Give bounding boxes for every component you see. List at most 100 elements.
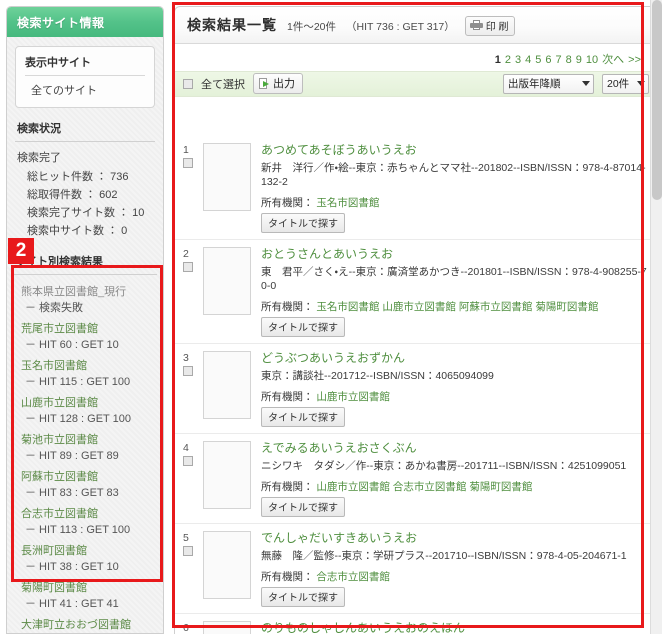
pagination-page-7[interactable]: 7 — [556, 54, 562, 66]
result-title-link[interactable]: でんしゃだいすきあいうえお — [261, 531, 647, 546]
site-name[interactable]: 大津町立おおづ図書館 — [15, 615, 155, 632]
status-row: 総ヒット件数 ： 736 — [15, 167, 155, 185]
site-stat: － HIT 89 : GET 89 — [25, 450, 119, 462]
pagination-page-1[interactable]: 1 — [495, 54, 501, 66]
result-row: 6 のりものしゃしんあいうえおのえほん — [175, 614, 657, 634]
site-name[interactable]: 山鹿市立図書館 — [15, 393, 155, 410]
site-stat: － HIT 115 : GET 100 — [25, 376, 131, 388]
result-checkbox[interactable] — [183, 545, 193, 556]
find-by-title-button[interactable]: タイトルで探す — [261, 212, 345, 233]
result-title-link[interactable]: おとうさんとあいうえお — [261, 247, 647, 262]
holding-library-link[interactable]: 阿蘇市立図書館 — [459, 301, 533, 313]
page-scrollbar[interactable] — [650, 0, 662, 634]
search-status-title: 検索状況 — [15, 120, 155, 142]
pagination-page-8[interactable]: 8 — [566, 54, 572, 66]
search-status-state: 検索完了 — [17, 152, 61, 164]
status-label: 検索完了サイト数 ： — [27, 207, 130, 219]
page-root: 検索サイト情報 表示中サイト 全てのサイト 検索状況 検索完了 総ヒット件数 ：… — [0, 0, 662, 634]
result-hit-count: （HIT 736 : GET 317） — [346, 21, 455, 33]
scrollbar-thumb[interactable] — [652, 0, 662, 200]
print-button-label: 印 刷 — [485, 21, 509, 33]
result-info: でんしゃだいすきあいうえお 無藤 隆／監修--東京：学研プラス--201710--… — [257, 531, 647, 607]
site-stat: － HIT 41 : GET 41 — [25, 598, 119, 610]
result-row: 5 でんしゃだいすきあいうえお 無藤 隆／監修--東京：学研プラス--201710-… — [175, 524, 657, 614]
site-name[interactable]: 菊陽町図書館 — [15, 578, 155, 595]
result-checkbox[interactable] — [183, 455, 193, 466]
result-checkbox[interactable] — [183, 365, 193, 376]
site-stat: － HIT 113 : GET 100 — [25, 524, 131, 536]
result-title-link[interactable]: のりものしゃしんあいうえおのえほん — [261, 621, 647, 634]
pagination-next[interactable]: 次へ — [602, 54, 624, 66]
pagination-page-6[interactable]: 6 — [545, 54, 551, 66]
find-by-title-button[interactable]: タイトルで探す — [261, 406, 345, 427]
result-info: えでみるあいうえおさくぶん ニシワキ タダシ／作--東京：あかね書房--20171… — [257, 441, 647, 517]
holding-library-link[interactable]: 合志市立図書館 — [393, 481, 467, 493]
result-index-number: 4 — [183, 441, 189, 454]
result-title-link[interactable]: えでみるあいうえおさくぶん — [261, 441, 647, 456]
result-info: のりものしゃしんあいうえおのえほん — [257, 621, 647, 634]
status-value: 602 — [99, 189, 118, 201]
site-stat: － HIT 38 : GET 10 — [25, 561, 119, 573]
result-index: 1 — [183, 143, 197, 233]
chevron-down-icon — [637, 80, 645, 86]
site-name[interactable]: 菊池市立図書館 — [15, 430, 155, 447]
status-row: 総取得件数 ： 602 — [15, 185, 155, 203]
holding-library-link[interactable]: 山鹿市立図書館 — [382, 301, 456, 313]
result-bibliography: 東京：講談社--201712--ISBN/ISSN：4065094099 — [261, 369, 494, 382]
result-row: 1 あつめてあそぼうあいうえお 新井 洋行／作・絵--東京：赤ちゃんとママ社--20… — [175, 136, 657, 240]
search-site-info-panel: 検索サイト情報 表示中サイト 全てのサイト 検索状況 検索完了 総ヒット件数 ：… — [6, 6, 164, 634]
select-all-label: 全て選択 — [201, 78, 245, 91]
site-name[interactable]: 荒尾市立図書館 — [15, 319, 155, 336]
result-holdings: 所有機関： 合志市立図書館 — [261, 570, 647, 584]
print-button[interactable]: 印 刷 — [464, 15, 515, 36]
status-row: 検索中サイト数 ： 0 — [15, 221, 155, 239]
find-by-title-button[interactable]: タイトルで探す — [261, 496, 345, 517]
holding-library-link[interactable]: 合志市立図書館 — [316, 571, 390, 583]
holding-library-link[interactable]: 山鹿市立図書館 — [316, 481, 390, 493]
site-result-item: 熊本県立図書館_現行 － 検索失敗 — [13, 281, 157, 318]
pagination-page-5[interactable]: 5 — [535, 54, 541, 66]
results-list: 1 あつめてあそぼうあいうえお 新井 洋行／作・絵--東京：赤ちゃんとママ社--20… — [175, 135, 657, 634]
site-name[interactable]: 長洲町図書館 — [15, 541, 155, 558]
result-title-link[interactable]: あつめてあそぼうあいうえお — [261, 143, 647, 158]
holding-library-link[interactable]: 玉名市図書館 — [316, 197, 379, 209]
site-stat: － HIT 60 : GET 10 — [25, 339, 119, 351]
sidebar-header: 検索サイト情報 — [7, 7, 163, 37]
site-result-item: 長洲町図書館 － HIT 38 : GET 10 — [13, 540, 157, 577]
sort-order-select[interactable]: 出版年降順 — [503, 73, 594, 94]
per-page-select[interactable]: 20件 — [602, 73, 649, 94]
holding-library-link[interactable]: 菊陽町図書館 — [535, 301, 598, 313]
pagination-page-3[interactable]: 3 — [515, 54, 521, 66]
result-row: 4 えでみるあいうえおさくぶん ニシワキ タダシ／作--東京：あかね書房--2017… — [175, 434, 657, 524]
result-index-number: 3 — [183, 351, 189, 364]
holding-library-link[interactable]: 山鹿市立図書館 — [316, 391, 390, 403]
pagination-page-2[interactable]: 2 — [505, 54, 511, 66]
select-all-checkbox[interactable] — [183, 78, 193, 89]
result-row: 3 どうぶつあいうえおずかん 東京：講談社--201712--ISBN/ISSN：4… — [175, 344, 657, 434]
find-by-title-button[interactable]: タイトルで探す — [261, 586, 345, 607]
results-title-bar: 検索結果一覧 1件～20件 （HIT 736 : GET 317） 印 刷 — [174, 6, 658, 44]
pagination-page-10[interactable]: 10 — [586, 54, 598, 66]
holding-library-link[interactable]: 菊陽町図書館 — [469, 481, 532, 493]
result-checkbox[interactable] — [183, 261, 193, 272]
holdings-label: 所有機関： — [261, 390, 317, 403]
output-button[interactable]: 出力 — [253, 73, 303, 94]
site-results-list: 熊本県立図書館_現行 － 検索失敗 荒尾市立図書館 － HIT 60 : GET 10… — [13, 281, 157, 633]
result-title-link[interactable]: どうぶつあいうえおずかん — [261, 351, 647, 366]
page-title: 検索結果一覧 — [187, 17, 277, 33]
site-name[interactable]: 阿蘇市立図書館 — [15, 467, 155, 484]
result-checkbox[interactable] — [183, 157, 193, 168]
pagination-page-4[interactable]: 4 — [525, 54, 531, 66]
pagination-page-9[interactable]: 9 — [576, 54, 582, 66]
result-index: 4 — [183, 441, 197, 517]
site-name[interactable]: 熊本県立図書館_現行 — [15, 282, 155, 299]
status-value: 10 — [132, 207, 145, 219]
find-by-title-button[interactable]: タイトルで探す — [261, 316, 345, 337]
book-cover-thumbnail — [203, 440, 251, 509]
site-name[interactable]: 玉名市図書館 — [15, 356, 155, 373]
holding-library-link[interactable]: 玉名市図書館 — [316, 301, 379, 313]
pagination-last[interactable]: >> — [628, 54, 641, 66]
result-row: 2 おとうさんとあいうえお東 君平／さく・え--東京：廣済堂あかつき--20180… — [175, 240, 657, 344]
site-name[interactable]: 合志市立図書館 — [15, 504, 155, 521]
sidebar: 検索サイト情報 表示中サイト 全てのサイト 検索状況 検索完了 総ヒット件数 ：… — [0, 0, 170, 634]
